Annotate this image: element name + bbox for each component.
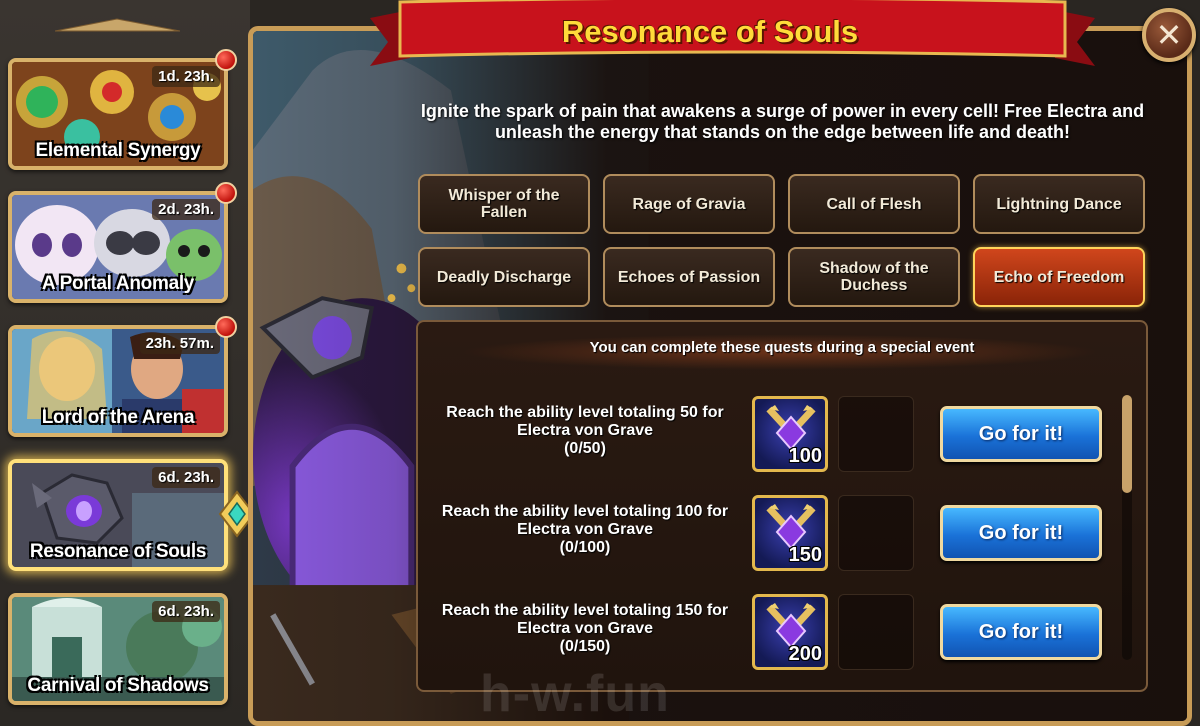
empty-reward-slot xyxy=(838,396,914,472)
reward-amount: 100 xyxy=(788,445,822,467)
event-timer: 6d. 23h. xyxy=(152,601,220,622)
event-card-elemental-synergy[interactable]: 1d. 23h. Elemental Synergy xyxy=(8,58,228,170)
event-timer: 6d. 23h. xyxy=(152,467,220,488)
quest-text: Reach the ability level totaling 50 for … xyxy=(430,404,740,458)
event-timer: 23h. 57m. xyxy=(139,333,220,354)
tab-lightning-dance[interactable]: Lightning Dance xyxy=(973,174,1145,234)
tab-shadow-of-the-duchess[interactable]: Shadow of the Duchess xyxy=(788,247,960,307)
reward-slot[interactable]: 100 xyxy=(752,396,828,472)
reward-slot[interactable]: 150 xyxy=(752,495,828,571)
reward-amount: 150 xyxy=(788,544,822,566)
tab-echoes-of-passion[interactable]: Echoes of Passion xyxy=(603,247,775,307)
go-for-it-button[interactable]: Go for it! xyxy=(940,406,1102,462)
event-name: Carnival of Shadows xyxy=(27,675,209,696)
empty-reward-slot xyxy=(838,594,914,670)
reward-slot[interactable]: 200 xyxy=(752,594,828,670)
go-for-it-button[interactable]: Go for it! xyxy=(940,505,1102,561)
close-icon: ✕ xyxy=(1155,17,1183,53)
watermark: h-w.fun xyxy=(480,665,670,723)
scroll-up-arrow-icon[interactable] xyxy=(55,18,180,32)
quest-progress: (0/50) xyxy=(564,440,606,457)
quest-progress: (0/150) xyxy=(559,638,611,655)
notification-dot-icon xyxy=(215,316,237,338)
quest-header: You can complete these quests during a s… xyxy=(589,339,975,356)
notification-dot-icon xyxy=(215,182,237,204)
quest-text: Reach the ability level totaling 150 for… xyxy=(430,602,740,656)
event-card-a-portal-anomaly[interactable]: 2d. 23h. A Portal Anomaly xyxy=(8,191,228,303)
event-timer: 1d. 23h. xyxy=(152,66,220,87)
event-name: A Portal Anomaly xyxy=(41,273,195,294)
quest-scrollbar-thumb[interactable] xyxy=(1122,395,1132,493)
event-name: Lord of the Arena xyxy=(41,407,195,428)
event-timer: 2d. 23h. xyxy=(152,199,220,220)
tab-whisper-of-the-fallen[interactable]: Whisper of the Fallen xyxy=(418,174,590,234)
notification-dot-icon xyxy=(215,49,237,71)
tab-echo-of-freedom[interactable]: Echo of Freedom xyxy=(973,247,1145,307)
quest-description: Reach the ability level totaling 50 for … xyxy=(446,404,724,439)
event-name: Elemental Synergy xyxy=(35,140,201,161)
event-name: Resonance of Souls xyxy=(29,541,207,562)
empty-reward-slot xyxy=(838,495,914,571)
event-card-carnival-of-shadows[interactable]: 6d. 23h. Carnival of Shadows xyxy=(8,593,228,705)
quest-description: Reach the ability level totaling 100 for… xyxy=(441,503,729,538)
event-card-lord-of-the-arena[interactable]: 23h. 57m. Lord of the Arena xyxy=(8,325,228,437)
event-description: Ignite the spark of pain that awakens a … xyxy=(420,101,1145,142)
tab-rage-of-gravia[interactable]: Rage of Gravia xyxy=(603,174,775,234)
quest-text: Reach the ability level totaling 100 for… xyxy=(430,503,740,557)
reward-amount: 200 xyxy=(788,643,822,665)
page-title: Resonance of Souls xyxy=(561,14,859,49)
event-card-resonance-of-souls[interactable]: 6d. 23h. Resonance of Souls xyxy=(8,459,228,571)
tab-call-of-flesh[interactable]: Call of Flesh xyxy=(788,174,960,234)
quest-row: Reach the ability level totaling 50 for … xyxy=(430,396,1120,486)
quest-progress: (0/100) xyxy=(559,539,611,556)
quest-row: Reach the ability level totaling 100 for… xyxy=(430,495,1120,585)
go-for-it-button[interactable]: Go for it! xyxy=(940,604,1102,660)
tab-deadly-discharge[interactable]: Deadly Discharge xyxy=(418,247,590,307)
quest-description: Reach the ability level totaling 150 for… xyxy=(441,602,729,637)
close-button[interactable]: ✕ xyxy=(1142,8,1196,62)
